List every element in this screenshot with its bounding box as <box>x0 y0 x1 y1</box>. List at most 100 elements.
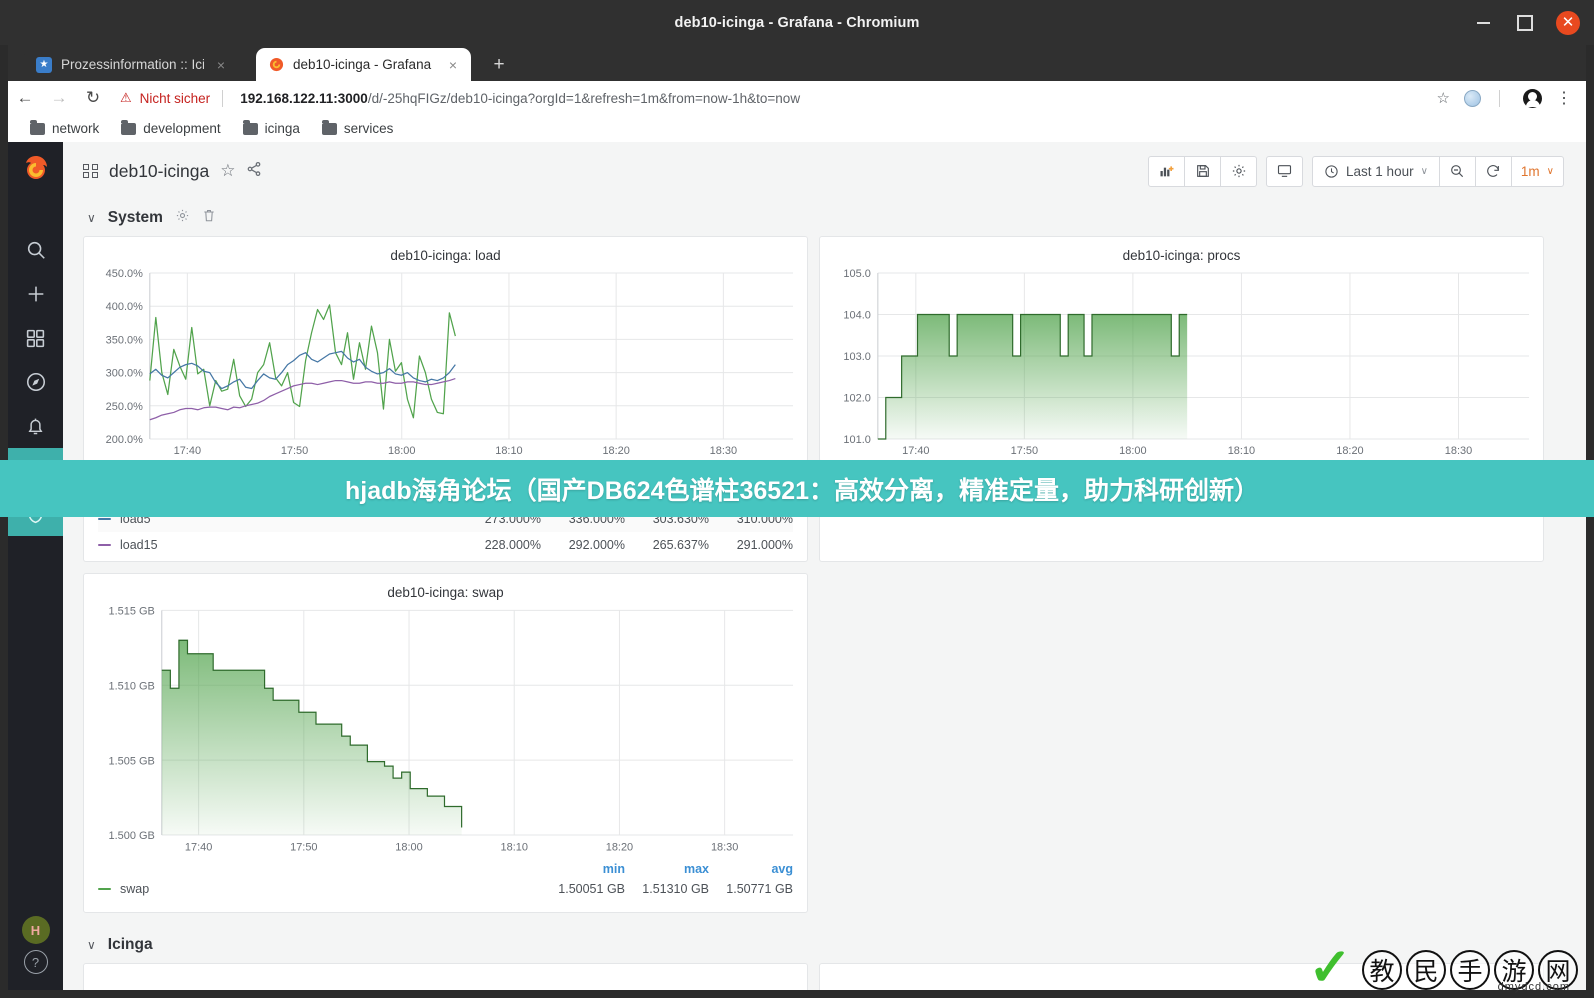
tab-close-icon[interactable]: × <box>445 57 461 73</box>
refresh-button[interactable] <box>1475 155 1512 187</box>
legend-value-current: 291.000% <box>736 538 793 552</box>
refresh-interval-label: 1m <box>1520 163 1540 179</box>
panel-title: deb10-icinga: procs <box>1122 248 1241 263</box>
bookmark-services[interactable]: services <box>321 119 393 136</box>
window-minimize-button[interactable] <box>1472 12 1494 34</box>
series-color-swatch <box>98 887 111 891</box>
page-title: deb10-icinga <box>109 160 210 181</box>
back-button[interactable]: ← <box>8 83 42 113</box>
zoom-out-button[interactable] <box>1439 155 1476 187</box>
sidebar-item-create[interactable] <box>14 272 58 316</box>
svg-text:18:30: 18:30 <box>711 841 738 853</box>
extension-icon[interactable] <box>1464 89 1481 107</box>
tab-strip: ★ Prozessinformation :: Icin × deb10-ici… <box>8 45 1586 81</box>
watermark-url: dmydcd.com <box>1497 981 1570 993</box>
svg-text:18:20: 18:20 <box>602 445 629 457</box>
svg-text:1.510 GB: 1.510 GB <box>109 680 155 692</box>
chevron-down-icon: ∨ <box>87 211 96 225</box>
legend-col-min[interactable]: min <box>541 862 625 876</box>
bookmark-development[interactable]: development <box>121 119 221 136</box>
svg-text:17:40: 17:40 <box>902 445 929 457</box>
bookmark-network[interactable]: network <box>30 119 99 136</box>
grafana-logo[interactable] <box>20 154 52 186</box>
user-avatar[interactable]: H <box>21 916 50 944</box>
row-header-system[interactable]: ∨ System <box>83 200 1564 236</box>
svg-text:250.0%: 250.0% <box>106 401 143 413</box>
panel-actions-group <box>1148 155 1258 187</box>
panel-icinga-left[interactable] <box>83 963 808 990</box>
watermark-char: 手 <box>1450 950 1490 990</box>
dashboard-canvas[interactable]: ∨ System deb10-icinga: load 200.0%250.0 <box>63 200 1586 990</box>
tab-title: Prozessinformation :: Icin <box>61 57 204 72</box>
grafana-main: deb10-icinga ☆ Last 1 hour ∨ 1m ∨ ∨ Syst… <box>63 142 1586 990</box>
sidebar-item-explore[interactable] <box>14 360 58 404</box>
browser-menu-icon[interactable]: ⋮ <box>1556 88 1572 108</box>
dashboard-toolbar: deb10-icinga ☆ Last 1 hour ∨ 1m ∨ <box>63 142 1586 200</box>
tv-mode-button[interactable] <box>1266 155 1304 187</box>
sidebar-item-dashboards[interactable] <box>14 316 58 360</box>
tab-close-icon[interactable]: × <box>213 57 229 73</box>
folder-icon <box>30 119 45 135</box>
legend-value-avg: 265.637% <box>652 538 709 552</box>
new-tab-button[interactable]: + <box>488 55 510 77</box>
bookmark-star-icon[interactable]: ☆ <box>1437 89 1450 107</box>
swap-chart: 1.500 GB 1.505 GB 1.510 GB 1.515 GB 17:40 17:… <box>84 602 807 858</box>
svg-text:17:40: 17:40 <box>174 445 201 457</box>
legend-col-max[interactable]: max <box>625 862 709 876</box>
legend-row[interactable]: swap 1.50051 GB 1.51310 GB 1.50771 GB <box>98 876 793 902</box>
svg-text:102.0: 102.0 <box>843 392 870 404</box>
panel-load[interactable]: deb10-icinga: load 200.0% 250.0% 300.0% 350… <box>83 236 808 462</box>
row-settings-icon[interactable] <box>175 208 190 228</box>
browser-tab-grafana[interactable]: deb10-icinga - Grafana × <box>256 48 471 81</box>
svg-text:18:30: 18:30 <box>710 445 737 457</box>
breadcrumb: deb10-icinga ☆ <box>83 161 262 182</box>
panel-swap[interactable]: deb10-icinga: swap 1.500 GB 1.505 GB 1.510… <box>83 573 808 913</box>
sidebar-item-alerting[interactable] <box>14 404 58 448</box>
panel-grid: deb10-icinga: load 200.0% 250.0% 300.0% 350… <box>83 236 1564 913</box>
help-icon[interactable]: ? <box>23 950 48 974</box>
bookmark-icinga[interactable]: icinga <box>242 119 300 136</box>
panel-procs[interactable]: deb10-icinga: procs 101.0 102.0 103.0 104.0… <box>819 236 1544 462</box>
icinga-favicon: ★ <box>36 56 52 73</box>
grafana-favicon <box>268 57 284 73</box>
sidebar-item-search[interactable] <box>14 228 58 272</box>
time-range-picker[interactable]: Last 1 hour ∨ <box>1312 155 1440 187</box>
time-controls-group: Last 1 hour ∨ 1m ∨ <box>1312 155 1564 187</box>
profile-avatar-icon[interactable] <box>1523 88 1542 108</box>
legend-value-max: 1.51310 GB <box>642 882 709 896</box>
star-icon[interactable]: ☆ <box>220 161 235 181</box>
legend-series-load15[interactable]: load15 <box>98 538 457 552</box>
browser-tab-icinga[interactable]: ★ Prozessinformation :: Icin × <box>24 48 239 81</box>
window-maximize-button[interactable] <box>1514 12 1536 34</box>
bookmark-label: icinga <box>264 121 300 136</box>
svg-text:18:00: 18:00 <box>1119 445 1146 457</box>
legend-col-avg[interactable]: avg <box>709 862 793 876</box>
save-dashboard-button[interactable] <box>1185 155 1222 187</box>
svg-text:18:10: 18:10 <box>1228 445 1255 457</box>
row-title: Icinga <box>107 936 153 953</box>
warning-icon: ⚠ <box>120 90 132 105</box>
dashboard-settings-button[interactable] <box>1221 155 1258 187</box>
address-bar[interactable]: ⚠ Nicht sicher 192.168.122.11:3000/d/-25… <box>110 83 1464 113</box>
chevron-down-icon: ∨ <box>1420 165 1428 177</box>
url-path: /d/-25hqFIGz/deb10-icinga?orgId=1&refres… <box>367 90 801 106</box>
panel-title: deb10-icinga: swap <box>387 585 504 600</box>
series-color-swatch <box>98 517 111 521</box>
refresh-interval-picker[interactable]: 1m ∨ <box>1511 155 1564 187</box>
window-title: deb10-icinga - Grafana - Chromium <box>674 14 920 31</box>
share-icon[interactable] <box>246 161 262 182</box>
legend-header: min max avg <box>98 862 793 876</box>
series-color-swatch <box>98 543 111 547</box>
add-panel-button[interactable] <box>1148 155 1186 187</box>
window-close-button[interactable]: ✕ <box>1556 10 1580 35</box>
reload-button[interactable]: ↻ <box>76 83 110 113</box>
forward-button[interactable]: → <box>42 83 76 113</box>
legend-series-swap[interactable]: swap <box>98 882 541 896</box>
legend-row[interactable]: load15 228.000% 292.000% 265.637% 291.00… <box>98 532 793 558</box>
svg-text:18:30: 18:30 <box>1445 445 1472 457</box>
folder-icon <box>121 119 137 135</box>
time-range-label: Last 1 hour <box>1346 163 1414 179</box>
url-text: 192.168.122.11:3000/d/-25hqFIGz/deb10-ic… <box>240 91 800 106</box>
row-title: System <box>107 209 163 226</box>
row-delete-icon[interactable] <box>202 208 216 228</box>
